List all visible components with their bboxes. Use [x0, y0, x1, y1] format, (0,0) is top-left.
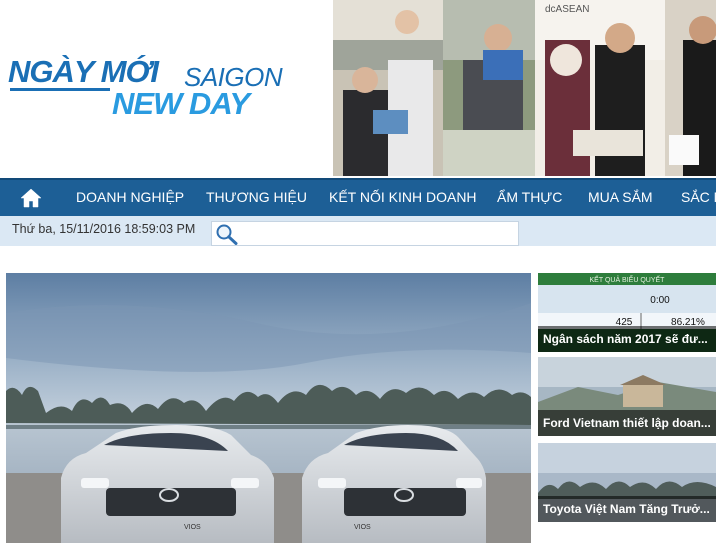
- nav-item-mua-sam[interactable]: MUA SẮM: [588, 180, 653, 216]
- site-logo[interactable]: NGÀY MỚI SAIGON NEW DAY: [8, 54, 308, 129]
- side-news-list: KẾT QUẢ BIỂU QUYẾT 0:00 425 86.21% Ngân …: [538, 273, 716, 543]
- page: NGÀY MỚI SAIGON NEW DAY dcASEAN DOANH NG…: [0, 0, 716, 543]
- main-story-photo: VIOS VIOS: [6, 273, 531, 543]
- banner-photo-collage: dcASEAN: [333, 0, 716, 176]
- logo-text-new-day: NEW DAY: [112, 86, 250, 121]
- current-date: Thứ ba, 15/11/2016 18:59:03 PM: [12, 222, 196, 236]
- car-badge-left: VIOS: [184, 524, 201, 531]
- side-news-item[interactable]: Toyota Việt Nam Tăng Trưở...: [538, 443, 716, 522]
- site-header: NGÀY MỚI SAIGON NEW DAY dcASEAN: [0, 0, 716, 178]
- side-news-caption[interactable]: Ford Vietnam thiết lập doan...: [538, 410, 716, 436]
- nav-item-doanh-nghiep[interactable]: DOANH NGHIỆP: [76, 180, 184, 216]
- logo-underline: [10, 88, 110, 91]
- search-icon[interactable]: [215, 223, 239, 245]
- car-badge-right: VIOS: [354, 524, 371, 531]
- main-nav: DOANH NGHIỆP THƯƠNG HIỆU KẾT NỐI KINH DO…: [0, 178, 716, 216]
- date-search-bar: Thứ ba, 15/11/2016 18:59:03 PM: [0, 216, 716, 246]
- main-story-image[interactable]: VIOS VIOS: [6, 273, 531, 543]
- side-news-item[interactable]: Ford Vietnam thiết lập doan...: [538, 357, 716, 436]
- nav-item-sac-mau[interactable]: SẮC MÀU: [681, 180, 716, 216]
- search-input[interactable]: [211, 221, 519, 246]
- nav-home-button[interactable]: [0, 180, 62, 216]
- svg-text:dcASEAN: dcASEAN: [545, 4, 589, 15]
- nav-item-ket-noi-kinh-doanh[interactable]: KẾT NỐI KINH DOANH: [329, 180, 477, 216]
- header-banner-photo: dcASEAN: [333, 0, 716, 176]
- nav-item-thuong-hieu[interactable]: THƯƠNG HIỆU: [206, 180, 307, 216]
- side-news-caption[interactable]: Ngân sách năm 2017 sẽ đư...: [538, 326, 716, 352]
- side-news-caption[interactable]: Toyota Việt Nam Tăng Trưở...: [538, 496, 716, 522]
- side-news-item[interactable]: KẾT QUẢ BIỂU QUYẾT 0:00 425 86.21% Ngân …: [538, 273, 716, 352]
- nav-item-am-thuc[interactable]: ẨM THỰC: [497, 180, 562, 216]
- home-icon: [20, 188, 42, 208]
- vote-screen-value: 0:00: [650, 295, 670, 306]
- logo-text-ngay-moi: NGÀY MỚI: [8, 54, 159, 89]
